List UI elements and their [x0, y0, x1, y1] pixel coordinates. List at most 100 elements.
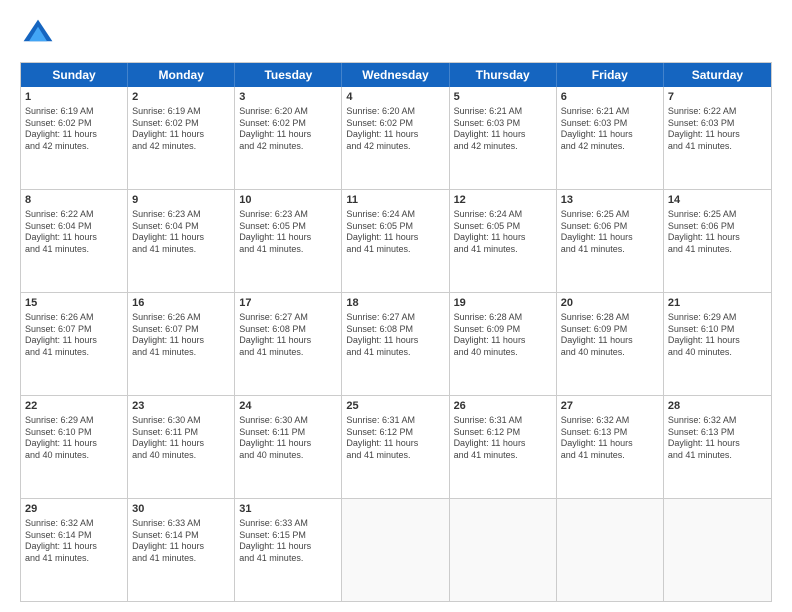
day-number: 3: [239, 90, 337, 105]
day-info: Sunrise: 6:28 AM Sunset: 6:09 PM Dayligh…: [561, 312, 659, 359]
day-number: 30: [132, 502, 230, 517]
page: SundayMondayTuesdayWednesdayThursdayFrid…: [0, 0, 792, 612]
empty-cell: [664, 499, 771, 601]
day-number: 20: [561, 296, 659, 311]
day-cell-24: 24Sunrise: 6:30 AM Sunset: 6:11 PM Dayli…: [235, 396, 342, 498]
day-info: Sunrise: 6:26 AM Sunset: 6:07 PM Dayligh…: [132, 312, 230, 359]
weekday-header-friday: Friday: [557, 63, 664, 87]
day-info: Sunrise: 6:32 AM Sunset: 6:13 PM Dayligh…: [561, 415, 659, 462]
day-cell-7: 7Sunrise: 6:22 AM Sunset: 6:03 PM Daylig…: [664, 87, 771, 189]
day-cell-12: 12Sunrise: 6:24 AM Sunset: 6:05 PM Dayli…: [450, 190, 557, 292]
day-cell-6: 6Sunrise: 6:21 AM Sunset: 6:03 PM Daylig…: [557, 87, 664, 189]
day-cell-9: 9Sunrise: 6:23 AM Sunset: 6:04 PM Daylig…: [128, 190, 235, 292]
day-info: Sunrise: 6:21 AM Sunset: 6:03 PM Dayligh…: [561, 106, 659, 153]
day-cell-22: 22Sunrise: 6:29 AM Sunset: 6:10 PM Dayli…: [21, 396, 128, 498]
day-cell-13: 13Sunrise: 6:25 AM Sunset: 6:06 PM Dayli…: [557, 190, 664, 292]
day-number: 17: [239, 296, 337, 311]
day-info: Sunrise: 6:31 AM Sunset: 6:12 PM Dayligh…: [454, 415, 552, 462]
calendar: SundayMondayTuesdayWednesdayThursdayFrid…: [20, 62, 772, 602]
day-info: Sunrise: 6:23 AM Sunset: 6:05 PM Dayligh…: [239, 209, 337, 256]
day-info: Sunrise: 6:31 AM Sunset: 6:12 PM Dayligh…: [346, 415, 444, 462]
day-cell-11: 11Sunrise: 6:24 AM Sunset: 6:05 PM Dayli…: [342, 190, 449, 292]
day-cell-30: 30Sunrise: 6:33 AM Sunset: 6:14 PM Dayli…: [128, 499, 235, 601]
day-info: Sunrise: 6:21 AM Sunset: 6:03 PM Dayligh…: [454, 106, 552, 153]
day-number: 13: [561, 193, 659, 208]
weekday-header-tuesday: Tuesday: [235, 63, 342, 87]
weekday-header-thursday: Thursday: [450, 63, 557, 87]
calendar-row-3: 15Sunrise: 6:26 AM Sunset: 6:07 PM Dayli…: [21, 292, 771, 395]
day-info: Sunrise: 6:27 AM Sunset: 6:08 PM Dayligh…: [239, 312, 337, 359]
day-cell-4: 4Sunrise: 6:20 AM Sunset: 6:02 PM Daylig…: [342, 87, 449, 189]
calendar-row-5: 29Sunrise: 6:32 AM Sunset: 6:14 PM Dayli…: [21, 498, 771, 601]
day-info: Sunrise: 6:30 AM Sunset: 6:11 PM Dayligh…: [132, 415, 230, 462]
day-number: 24: [239, 399, 337, 414]
day-info: Sunrise: 6:24 AM Sunset: 6:05 PM Dayligh…: [346, 209, 444, 256]
day-cell-27: 27Sunrise: 6:32 AM Sunset: 6:13 PM Dayli…: [557, 396, 664, 498]
calendar-header: SundayMondayTuesdayWednesdayThursdayFrid…: [21, 63, 771, 87]
day-info: Sunrise: 6:30 AM Sunset: 6:11 PM Dayligh…: [239, 415, 337, 462]
day-number: 21: [668, 296, 767, 311]
day-info: Sunrise: 6:32 AM Sunset: 6:13 PM Dayligh…: [668, 415, 767, 462]
day-info: Sunrise: 6:26 AM Sunset: 6:07 PM Dayligh…: [25, 312, 123, 359]
day-cell-28: 28Sunrise: 6:32 AM Sunset: 6:13 PM Dayli…: [664, 396, 771, 498]
empty-cell: [557, 499, 664, 601]
day-info: Sunrise: 6:25 AM Sunset: 6:06 PM Dayligh…: [561, 209, 659, 256]
day-info: Sunrise: 6:24 AM Sunset: 6:05 PM Dayligh…: [454, 209, 552, 256]
day-number: 4: [346, 90, 444, 105]
day-cell-1: 1Sunrise: 6:19 AM Sunset: 6:02 PM Daylig…: [21, 87, 128, 189]
day-number: 11: [346, 193, 444, 208]
day-info: Sunrise: 6:29 AM Sunset: 6:10 PM Dayligh…: [668, 312, 767, 359]
calendar-row-1: 1Sunrise: 6:19 AM Sunset: 6:02 PM Daylig…: [21, 87, 771, 189]
day-number: 28: [668, 399, 767, 414]
day-number: 29: [25, 502, 123, 517]
day-number: 31: [239, 502, 337, 517]
day-number: 27: [561, 399, 659, 414]
day-info: Sunrise: 6:19 AM Sunset: 6:02 PM Dayligh…: [25, 106, 123, 153]
day-cell-16: 16Sunrise: 6:26 AM Sunset: 6:07 PM Dayli…: [128, 293, 235, 395]
day-number: 6: [561, 90, 659, 105]
day-info: Sunrise: 6:22 AM Sunset: 6:03 PM Dayligh…: [668, 106, 767, 153]
day-cell-15: 15Sunrise: 6:26 AM Sunset: 6:07 PM Dayli…: [21, 293, 128, 395]
day-info: Sunrise: 6:22 AM Sunset: 6:04 PM Dayligh…: [25, 209, 123, 256]
day-number: 15: [25, 296, 123, 311]
day-info: Sunrise: 6:29 AM Sunset: 6:10 PM Dayligh…: [25, 415, 123, 462]
day-cell-23: 23Sunrise: 6:30 AM Sunset: 6:11 PM Dayli…: [128, 396, 235, 498]
day-number: 5: [454, 90, 552, 105]
day-cell-31: 31Sunrise: 6:33 AM Sunset: 6:15 PM Dayli…: [235, 499, 342, 601]
logo-icon: [20, 16, 56, 52]
day-info: Sunrise: 6:19 AM Sunset: 6:02 PM Dayligh…: [132, 106, 230, 153]
day-cell-2: 2Sunrise: 6:19 AM Sunset: 6:02 PM Daylig…: [128, 87, 235, 189]
day-number: 12: [454, 193, 552, 208]
day-number: 7: [668, 90, 767, 105]
calendar-body: 1Sunrise: 6:19 AM Sunset: 6:02 PM Daylig…: [21, 87, 771, 601]
day-number: 14: [668, 193, 767, 208]
day-cell-3: 3Sunrise: 6:20 AM Sunset: 6:02 PM Daylig…: [235, 87, 342, 189]
day-number: 9: [132, 193, 230, 208]
weekday-header-sunday: Sunday: [21, 63, 128, 87]
calendar-row-4: 22Sunrise: 6:29 AM Sunset: 6:10 PM Dayli…: [21, 395, 771, 498]
weekday-header-wednesday: Wednesday: [342, 63, 449, 87]
day-cell-17: 17Sunrise: 6:27 AM Sunset: 6:08 PM Dayli…: [235, 293, 342, 395]
calendar-row-2: 8Sunrise: 6:22 AM Sunset: 6:04 PM Daylig…: [21, 189, 771, 292]
day-number: 22: [25, 399, 123, 414]
day-cell-29: 29Sunrise: 6:32 AM Sunset: 6:14 PM Dayli…: [21, 499, 128, 601]
empty-cell: [342, 499, 449, 601]
weekday-header-monday: Monday: [128, 63, 235, 87]
day-cell-19: 19Sunrise: 6:28 AM Sunset: 6:09 PM Dayli…: [450, 293, 557, 395]
day-info: Sunrise: 6:23 AM Sunset: 6:04 PM Dayligh…: [132, 209, 230, 256]
weekday-header-saturday: Saturday: [664, 63, 771, 87]
day-info: Sunrise: 6:27 AM Sunset: 6:08 PM Dayligh…: [346, 312, 444, 359]
day-cell-5: 5Sunrise: 6:21 AM Sunset: 6:03 PM Daylig…: [450, 87, 557, 189]
day-info: Sunrise: 6:33 AM Sunset: 6:15 PM Dayligh…: [239, 518, 337, 565]
day-cell-26: 26Sunrise: 6:31 AM Sunset: 6:12 PM Dayli…: [450, 396, 557, 498]
logo: [20, 16, 62, 52]
day-number: 18: [346, 296, 444, 311]
day-number: 1: [25, 90, 123, 105]
day-info: Sunrise: 6:20 AM Sunset: 6:02 PM Dayligh…: [346, 106, 444, 153]
day-number: 16: [132, 296, 230, 311]
day-number: 23: [132, 399, 230, 414]
day-number: 25: [346, 399, 444, 414]
day-number: 19: [454, 296, 552, 311]
day-cell-10: 10Sunrise: 6:23 AM Sunset: 6:05 PM Dayli…: [235, 190, 342, 292]
day-number: 2: [132, 90, 230, 105]
